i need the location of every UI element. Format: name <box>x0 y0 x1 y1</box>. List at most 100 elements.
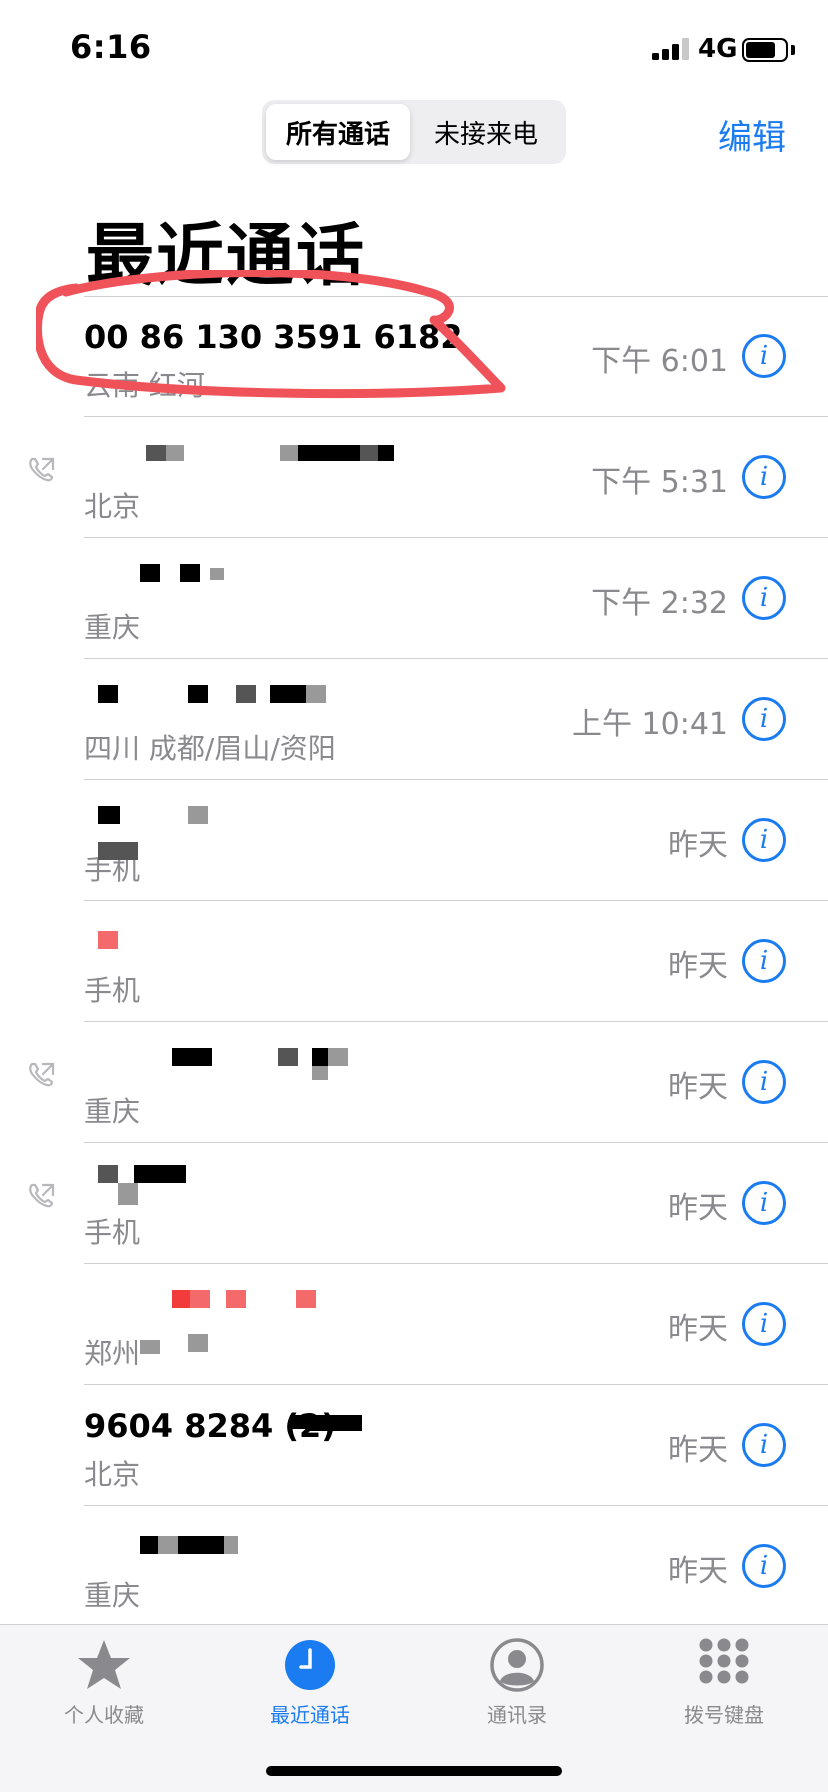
call-row[interactable]: 重庆 下午 2:32 i <box>0 538 828 659</box>
edit-button[interactable]: 编辑 <box>718 110 786 159</box>
redaction-block <box>98 806 120 824</box>
tab-favorites-label: 个人收藏 <box>64 1703 144 1727</box>
caller-location: 重庆 <box>84 1579 141 1612</box>
redaction-block <box>188 806 208 824</box>
redaction-block <box>178 1536 224 1554</box>
redaction-block <box>158 1536 178 1554</box>
tab-keypad[interactable]: 拨号键盘 <box>644 1637 804 1747</box>
redaction-block <box>140 564 160 582</box>
redaction-block <box>236 685 256 703</box>
redaction-block <box>118 1183 138 1205</box>
cellular-signal-icon <box>652 38 690 60</box>
redaction-block <box>306 685 326 703</box>
call-time: 昨天 <box>668 1191 728 1226</box>
redaction-block <box>188 685 208 703</box>
call-row[interactable]: 手机 昨天 i <box>0 780 828 901</box>
info-icon[interactable]: i <box>742 576 786 620</box>
contact-icon <box>489 1637 545 1693</box>
redaction-block <box>328 1048 348 1066</box>
redaction-block <box>98 842 138 860</box>
redaction-block <box>298 445 394 461</box>
battery-icon <box>742 38 788 62</box>
redaction-block <box>270 685 310 703</box>
redaction-block <box>172 1048 212 1066</box>
home-indicator <box>266 1766 562 1776</box>
info-icon[interactable]: i <box>742 334 786 378</box>
call-time: 昨天 <box>668 949 728 984</box>
caller-location: 云南 红河 <box>84 369 205 402</box>
network-type: 4G <box>698 34 738 64</box>
info-icon[interactable]: i <box>742 1060 786 1104</box>
outgoing-call-icon <box>26 1181 56 1211</box>
caller-location: 手机 <box>84 1216 141 1249</box>
call-time: 昨天 <box>668 1554 728 1589</box>
redaction-block <box>190 1290 210 1308</box>
info-icon[interactable]: i <box>742 697 786 741</box>
info-icon[interactable]: i <box>742 1423 786 1467</box>
call-row[interactable]: 重庆 昨天 i <box>0 1022 828 1143</box>
caller-location: 重庆 <box>84 1095 141 1128</box>
redaction-block <box>360 445 378 461</box>
redaction-block <box>278 1048 298 1066</box>
info-icon[interactable]: i <box>742 939 786 983</box>
caller-name: 00 86 130 3591 6182 <box>84 318 463 356</box>
redaction-block <box>140 1536 158 1554</box>
outgoing-call-icon <box>26 1060 56 1090</box>
redaction-block <box>296 1290 316 1308</box>
redaction-block <box>210 568 224 580</box>
redaction-block <box>146 445 166 461</box>
keypad-icon <box>696 1637 752 1693</box>
caller-location: 手机 <box>84 974 141 1007</box>
outgoing-call-icon <box>26 455 56 485</box>
tab-recents[interactable]: 最近通话 <box>230 1637 390 1747</box>
redaction-block <box>224 1536 238 1554</box>
caller-location: 北京 <box>84 1458 141 1491</box>
caller-location: 四川 成都/眉山/资阳 <box>84 732 336 765</box>
redaction-block <box>98 685 118 703</box>
segment-all-calls[interactable]: 所有通话 <box>266 104 410 160</box>
redaction-block <box>280 445 298 461</box>
call-time: 上午 10:41 <box>572 707 728 742</box>
call-row[interactable]: 重庆 昨天 i <box>0 1506 828 1627</box>
segment-missed-calls[interactable]: 未接来电 <box>414 104 558 160</box>
call-row[interactable]: 手机 昨天 i <box>0 901 828 1022</box>
call-row[interactable]: 四川 成都/眉山/资阳 上午 10:41 i <box>0 659 828 780</box>
call-time: 下午 5:31 <box>591 465 728 500</box>
call-row[interactable]: 9604 8284 (2) 北京 昨天 i <box>0 1385 828 1506</box>
call-time: 昨天 <box>668 1433 728 1468</box>
call-row[interactable]: 手机 昨天 i <box>0 1143 828 1264</box>
info-icon[interactable]: i <box>742 818 786 862</box>
redaction-block <box>226 1290 246 1308</box>
call-time: 昨天 <box>668 828 728 863</box>
info-icon[interactable]: i <box>742 455 786 499</box>
redaction-block <box>134 1165 186 1183</box>
redaction-block <box>172 1290 192 1308</box>
call-row[interactable]: 郑州 昨天 i <box>0 1264 828 1385</box>
call-time: 下午 2:32 <box>591 586 728 621</box>
redaction-block <box>290 1415 310 1429</box>
page-title: 最近通话 <box>86 217 367 296</box>
tab-contacts-label: 通讯录 <box>487 1703 547 1727</box>
caller-location: 重庆 <box>84 611 141 644</box>
redaction-block <box>312 1066 328 1080</box>
redaction-block <box>98 1165 118 1183</box>
call-row[interactable]: 00 86 130 3591 6182 云南 红河 下午 6:01 i <box>0 296 828 417</box>
caller-location: 郑州 <box>84 1337 141 1370</box>
call-time: 昨天 <box>668 1070 728 1105</box>
status-bar: 6:16 4G <box>0 0 828 100</box>
call-filter-segmented-control: 所有通话 未接来电 <box>262 100 566 164</box>
info-icon[interactable]: i <box>742 1181 786 1225</box>
call-time: 昨天 <box>668 1312 728 1347</box>
tab-contacts[interactable]: 通讯录 <box>437 1637 597 1747</box>
info-icon[interactable]: i <box>742 1302 786 1346</box>
tab-keypad-label: 拨号键盘 <box>684 1703 764 1727</box>
recent-calls-list: 00 86 130 3591 6182 云南 红河 下午 6:01 i 北京 下午 5:3… <box>0 296 828 1627</box>
redaction-block <box>140 1340 160 1354</box>
tab-favorites[interactable]: 个人收藏 <box>24 1637 184 1747</box>
info-icon[interactable]: i <box>742 1544 786 1588</box>
status-time: 6:16 <box>70 28 152 66</box>
caller-location: 北京 <box>84 490 141 523</box>
clock-icon <box>282 1637 338 1693</box>
redaction-block <box>98 931 118 949</box>
call-row[interactable]: 北京 下午 5:31 i <box>0 417 828 538</box>
